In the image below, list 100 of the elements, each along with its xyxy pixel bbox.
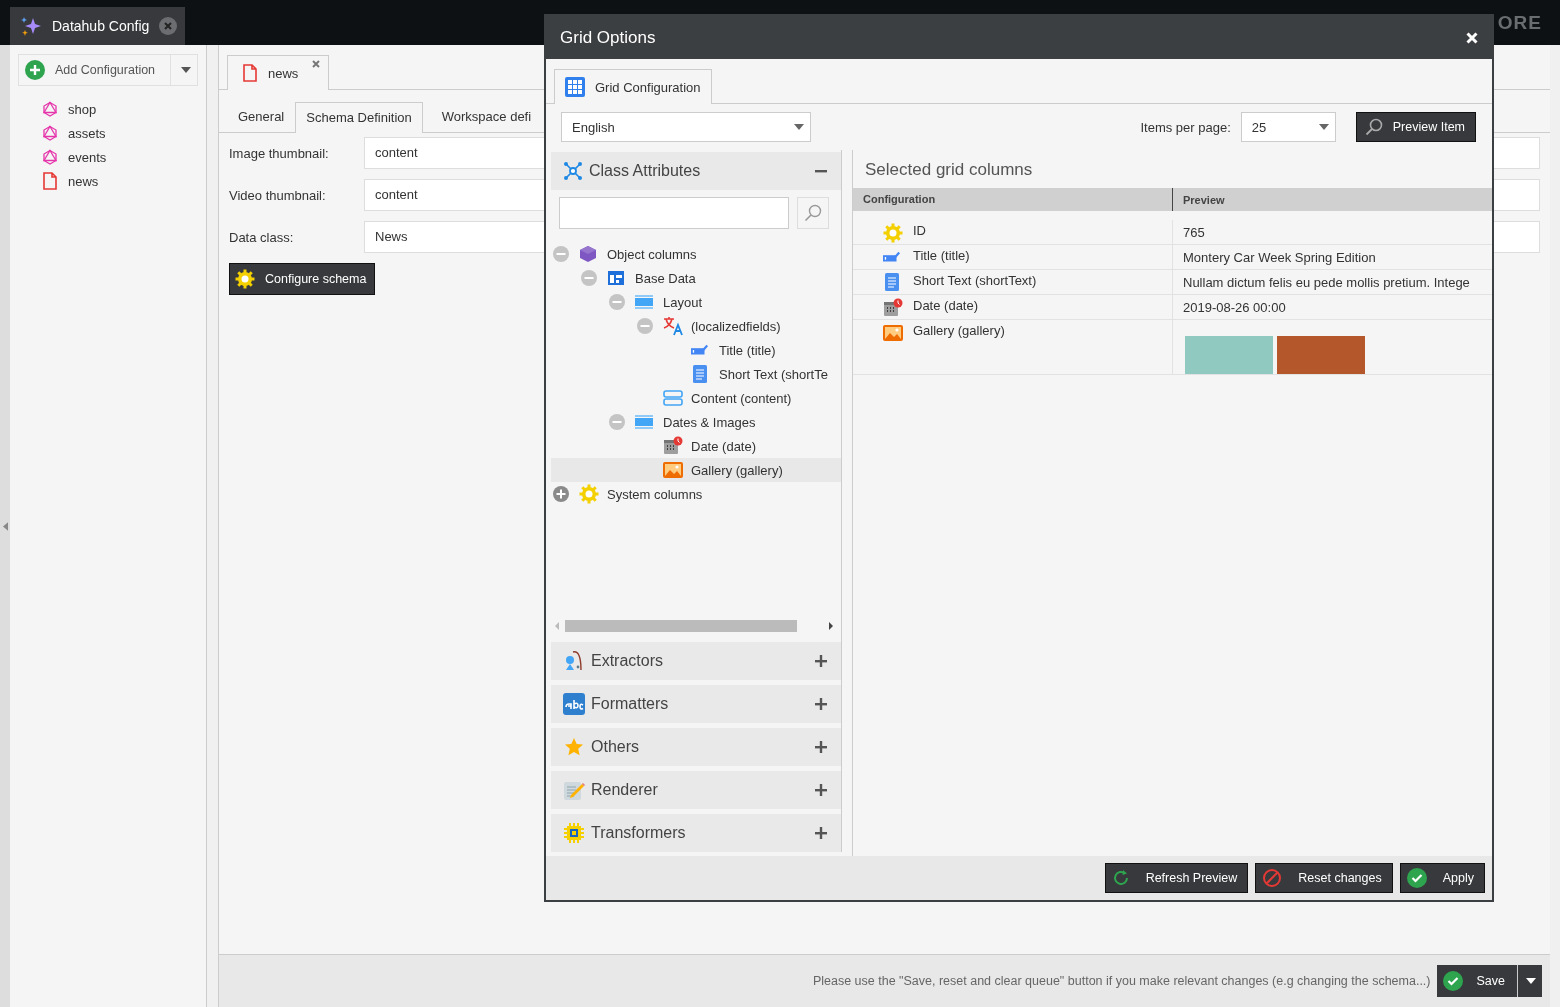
table-cell: 2019-08-26 00:00 [1183,299,1286,315]
tree-item[interactable]: Title (title) [551,338,841,362]
app-tab[interactable]: Datahub Config [10,7,186,45]
check-icon [1406,868,1427,888]
gear-icon [235,269,255,289]
caret-icon[interactable] [794,124,804,130]
sidebar-item[interactable]: assets [42,124,198,142]
add-configuration-button[interactable]: Add Configuration [18,54,198,86]
tree-item[interactable]: Date (date) [551,434,841,458]
left-arrow-icon[interactable] [2,521,8,531]
sidebar-item[interactable]: events [42,148,198,166]
search-icon [804,204,822,222]
items-per-page-label: Items per page: [1140,119,1231,135]
table-cell: ID [913,223,926,238]
sidebar-item[interactable]: news [42,172,198,190]
apply-button[interactable]: Apply [1399,863,1485,893]
search-field[interactable] [559,197,789,229]
tab[interactable]: Workspace defi [422,101,543,132]
sidebar-item[interactable]: shop [42,100,198,118]
document-icon [242,64,258,82]
field-label: Data class: [229,229,295,245]
calendar-icon [663,436,683,456]
reset-button[interactable]: Reset changes [1255,863,1393,893]
tree-item[interactable]: Layout [551,290,841,314]
gear-icon [883,223,903,243]
chip-icon [563,822,585,844]
expand-icon[interactable] [815,741,827,753]
fishing-icon [563,650,585,672]
graph-icon [42,124,58,142]
caret-icon[interactable] [181,67,191,73]
image-icon [663,460,683,480]
region-icon [635,293,653,311]
field-label: Image thumbnail: [229,145,330,161]
panel-header[interactable]: Others [551,728,841,766]
dialog-title: Grid Options [560,27,656,48]
panel-header[interactable]: Extractors [551,642,841,680]
tree-item[interactable]: System columns [551,482,841,506]
forbidden-icon [1262,868,1283,888]
editor-tab[interactable]: news [227,55,330,90]
save-button[interactable]: Save [1436,965,1517,997]
expand-icon[interactable] [815,827,827,839]
graph-icon [42,148,58,166]
layout-icon [607,269,625,287]
panel-header[interactable]: Transformers [551,814,841,852]
grid-icon [565,77,585,97]
table-cell: 765 [1183,224,1205,240]
table-cell: Nullam dictum felis eu pede mollis pretium. Intege [1183,274,1470,290]
tree-item[interactable]: Object columns [551,242,841,266]
table-cell: Montery Car Week Spring Edition [1183,249,1376,265]
image-icon [883,323,903,343]
network-icon [563,161,583,181]
tree-item[interactable]: Short Text (shortTe [551,362,841,386]
column-header[interactable]: Preview [1173,193,1492,206]
configure-schema-button[interactable]: Configure schema [229,263,376,295]
column-header[interactable]: Configuration [853,188,1173,211]
gear-icon [579,484,599,504]
save-menu-button[interactable] [1517,965,1542,997]
block-icon [663,388,683,408]
right-arrow-icon[interactable] [829,622,833,630]
expand-icon[interactable] [815,784,827,796]
tree-item[interactable]: Base Data [551,266,841,290]
table-cell: Title (title) [913,248,970,263]
tree-item[interactable]: Dates & Images [551,410,841,434]
document-icon [42,172,58,190]
tree-item[interactable]: (localizedfields) [551,314,841,338]
tree-item[interactable]: Content (content) [551,386,841,410]
expand-icon[interactable] [815,698,827,710]
region-icon [635,413,653,431]
field-label: Video thumbnail: [229,187,327,203]
tree-item[interactable]: Gallery (gallery) [551,458,841,482]
plus-icon [25,60,45,80]
items-per-page-select[interactable]: 25 [1240,112,1336,142]
panel-header[interactable]: Formatters [551,685,841,723]
footer-message: Please use the "Save, reset and clear queue" button if you make relevant changes (e.g changing the schema...) [812,974,1431,988]
translate-icon [663,315,685,337]
table-cell: Date (date) [913,298,979,313]
text-format-icon [563,693,585,715]
search-button[interactable] [797,197,829,229]
cube-icon [579,245,597,263]
section-title: Selected grid columns [864,159,1034,181]
pencil-note-icon [563,779,585,801]
caret-icon [1526,978,1536,984]
expand-icon[interactable] [553,486,569,502]
tab[interactable]: Grid Configuration [554,69,712,104]
graph-icon [42,100,58,118]
preview-item-button[interactable]: Preview Item [1355,112,1476,142]
tab[interactable]: General [219,101,296,132]
star-icon [563,736,585,758]
text-document-icon [883,273,901,291]
panel-header[interactable]: Class Attributes [551,152,841,190]
text-document-icon [691,365,709,383]
language-select[interactable]: English [561,112,811,142]
tab[interactable]: Schema Definition [295,102,423,133]
table-cell: Short Text (shortText) [913,273,1037,288]
table-cell: Gallery (gallery) [913,323,1005,338]
caret-icon[interactable] [1318,124,1329,130]
check-icon [1442,971,1463,991]
refresh-button[interactable]: Refresh Preview [1104,863,1249,893]
expand-icon[interactable] [815,655,827,667]
panel-header[interactable]: Renderer [551,771,841,809]
